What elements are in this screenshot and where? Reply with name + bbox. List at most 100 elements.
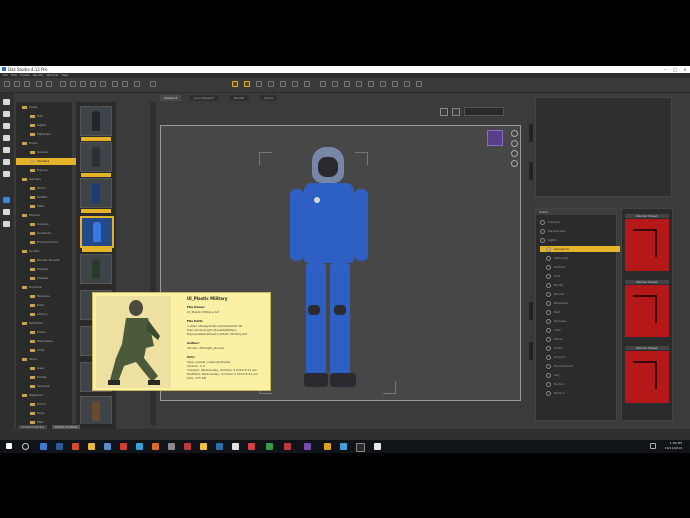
visibility-eye-icon[interactable] xyxy=(546,309,551,315)
app-icon-white[interactable] xyxy=(232,443,239,450)
dock-tab[interactable] xyxy=(529,342,533,360)
visibility-eye-icon[interactable] xyxy=(546,246,551,252)
scene-node[interactable]: Props xyxy=(540,345,620,351)
app-icon-green[interactable] xyxy=(266,443,273,450)
uv-icon[interactable] xyxy=(356,81,362,87)
strip-tab-1[interactable] xyxy=(3,99,10,105)
dock-tab[interactable] xyxy=(529,302,533,320)
spot-render-icon[interactable] xyxy=(134,81,140,87)
edge-icon[interactable] xyxy=(56,443,63,450)
render-preset-card[interactable]: Render Preset xyxy=(625,280,669,337)
visibility-eye-icon[interactable] xyxy=(546,300,551,306)
active-pose-icon[interactable] xyxy=(292,81,298,87)
surface-selection-icon[interactable] xyxy=(268,81,274,87)
scene-node[interactable]: Helmet xyxy=(540,264,620,270)
camera-select-dropdown[interactable] xyxy=(464,107,504,116)
scene-node[interactable]: Sky xyxy=(540,372,620,378)
tab-scene[interactable]: Scene xyxy=(260,95,278,101)
strip-tab-5[interactable] xyxy=(3,147,10,153)
scene-node[interactable]: Backpack xyxy=(540,300,620,306)
joint-editor-icon[interactable] xyxy=(244,81,250,87)
save-icon[interactable] xyxy=(24,81,30,87)
start-icon[interactable] xyxy=(6,443,12,449)
visibility-eye-icon[interactable] xyxy=(546,273,551,279)
rotate-tool-icon[interactable] xyxy=(80,81,86,87)
app-icon-crimson[interactable] xyxy=(248,443,255,450)
store-icon[interactable] xyxy=(104,443,111,450)
visibility-eye-icon[interactable] xyxy=(540,228,545,234)
morph-icon[interactable] xyxy=(344,81,350,87)
scene-node[interactable]: Ground xyxy=(540,354,620,360)
visibility-eye-icon[interactable] xyxy=(540,237,545,243)
visibility-eye-icon[interactable] xyxy=(546,381,551,387)
tree-item[interactable]: Scripts xyxy=(16,248,78,255)
menu-create[interactable]: Create xyxy=(20,73,30,77)
render-icon[interactable] xyxy=(404,81,410,87)
frame-icon[interactable] xyxy=(511,160,518,167)
app-icon-blue[interactable] xyxy=(136,443,143,450)
visibility-eye-icon[interactable] xyxy=(540,219,545,225)
visibility-eye-icon[interactable] xyxy=(546,291,551,297)
render-preset-card[interactable]: Render Preset xyxy=(625,346,669,403)
menu-file[interactable]: File xyxy=(3,73,8,77)
strip-tab-9[interactable] xyxy=(3,209,10,215)
scene-node[interactable]: Astronaut xyxy=(540,255,620,261)
scene-node[interactable]: Node 1 xyxy=(540,381,620,387)
primitive-icon[interactable] xyxy=(304,81,310,87)
visibility-eye-icon[interactable] xyxy=(546,255,551,261)
open-icon[interactable] xyxy=(14,81,20,87)
visibility-eye-icon[interactable] xyxy=(546,345,551,351)
visibility-eye-icon[interactable] xyxy=(546,282,551,288)
scene-node[interactable]: Visor xyxy=(540,327,620,333)
folder-icon[interactable] xyxy=(88,443,95,450)
scene-node[interactable]: Boots xyxy=(540,282,620,288)
orbit-icon[interactable] xyxy=(511,130,518,137)
scene-icon[interactable] xyxy=(368,81,374,87)
geometry-editor-icon[interactable] xyxy=(256,81,262,87)
app-icon-yellow[interactable] xyxy=(200,443,207,450)
menu-edit[interactable]: Edit xyxy=(11,73,17,77)
zoom-icon[interactable] xyxy=(511,150,518,157)
undo-icon[interactable] xyxy=(36,81,42,87)
daz-studio-icon[interactable] xyxy=(356,443,365,452)
camera-icon[interactable] xyxy=(380,81,386,87)
viewport-layout-icon[interactable] xyxy=(452,108,460,116)
strip-tab-8[interactable] xyxy=(3,197,10,203)
content-thumbnail[interactable] xyxy=(80,178,112,213)
strip-tab-10[interactable] xyxy=(3,221,10,227)
content-thumbnail[interactable] xyxy=(80,396,112,426)
redo-icon[interactable] xyxy=(46,81,52,87)
tree-item[interactable]: Skins xyxy=(16,356,78,363)
tree-item[interactable]: Weapons xyxy=(16,392,78,399)
notification-icon[interactable] xyxy=(650,443,656,449)
move-tool-icon[interactable] xyxy=(70,81,76,87)
visibility-eye-icon[interactable] xyxy=(546,318,551,324)
visibility-eye-icon[interactable] xyxy=(546,336,551,342)
tab-viewport[interactable]: Viewport xyxy=(160,95,182,101)
app-icon-sky[interactable] xyxy=(340,443,347,450)
app-icon-gray[interactable] xyxy=(168,443,175,450)
strip-tab-7[interactable] xyxy=(3,171,10,177)
universal-tool-icon[interactable] xyxy=(100,81,106,87)
content-thumbnail[interactable] xyxy=(80,106,112,141)
tree-item[interactable]: Props xyxy=(16,104,78,111)
scene-node[interactable]: Perspective xyxy=(540,228,614,234)
tab-aux-viewport[interactable]: Aux Viewport xyxy=(190,95,218,101)
new-scene-icon[interactable] xyxy=(4,81,10,87)
viewport-options-icon[interactable] xyxy=(440,108,448,116)
scene-node[interactable]: Genesis 8 xyxy=(540,246,620,252)
render-preset-card[interactable]: Render Preset xyxy=(625,214,669,271)
light-icon[interactable] xyxy=(392,81,398,87)
app-icon-navy[interactable] xyxy=(216,443,223,450)
maximize-icon[interactable]: □ xyxy=(670,66,680,73)
app-icon-red[interactable] xyxy=(120,443,127,450)
figure-tool-icon[interactable] xyxy=(320,81,326,87)
content-thumbnail[interactable] xyxy=(80,254,112,284)
dock-tab[interactable] xyxy=(529,124,533,142)
scene-node[interactable]: Environment xyxy=(540,363,620,369)
visibility-eye-icon[interactable] xyxy=(546,354,551,360)
search-icon[interactable] xyxy=(22,443,29,450)
visibility-eye-icon[interactable] xyxy=(546,363,551,369)
tree-item[interactable]: Genesis xyxy=(16,176,78,183)
visibility-eye-icon[interactable] xyxy=(546,372,551,378)
